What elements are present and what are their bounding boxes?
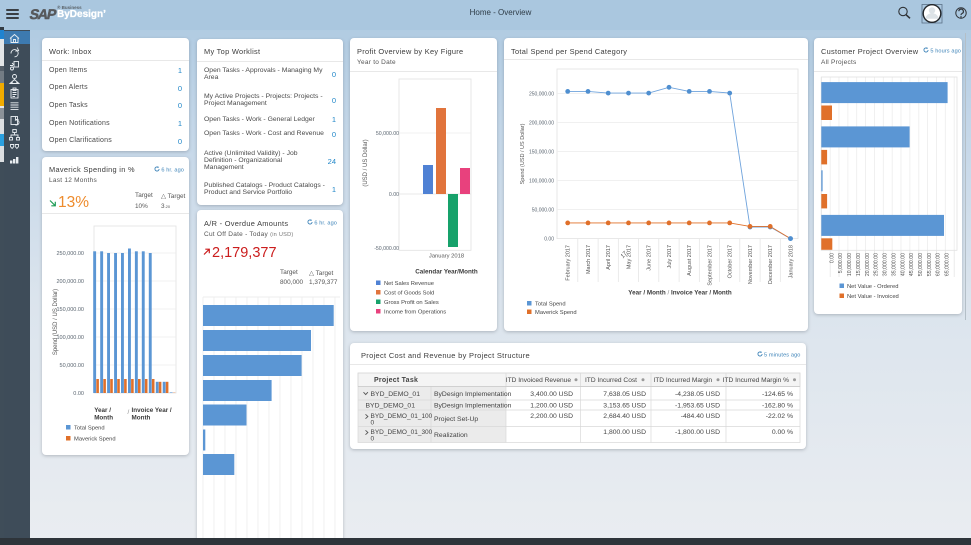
svg-text:30,000.00: 30,000.00 bbox=[883, 253, 889, 276]
svg-text:Income from Operations: Income from Operations bbox=[384, 310, 446, 316]
svg-text:January 2018: January 2018 bbox=[429, 253, 464, 259]
svg-text:ITD Invoiced Revenue: ITD Invoiced Revenue bbox=[506, 377, 572, 384]
svg-text:May 2017: May 2017 bbox=[627, 245, 633, 269]
svg-text:10,000.00: 10,000.00 bbox=[847, 253, 853, 276]
svg-text:March 2017: March 2017 bbox=[586, 245, 592, 274]
svg-text:65,000.00: 65,000.00 bbox=[945, 253, 951, 276]
svg-text:ITD Incurred Cost: ITD Incurred Cost bbox=[585, 377, 637, 384]
svg-text:150,000.00: 150,000.00 bbox=[529, 149, 554, 155]
svg-text:Gross Profit on Sales: Gross Profit on Sales bbox=[384, 300, 439, 306]
svg-text:-1,800.00 USD: -1,800.00 USD bbox=[675, 429, 720, 436]
svg-text:Net Sales Revenue: Net Sales Revenue bbox=[384, 281, 434, 287]
svg-text:3,400.00 USD: 3,400.00 USD bbox=[530, 391, 573, 398]
svg-text:Project Set-Up: Project Set-Up bbox=[434, 416, 478, 423]
svg-text:3,153.65 USD: 3,153.65 USD bbox=[603, 403, 646, 410]
svg-text:0.00: 0.00 bbox=[389, 192, 399, 198]
svg-text:Month: Month bbox=[132, 415, 151, 422]
svg-text:250,000.00: 250,000.00 bbox=[529, 91, 554, 97]
svg-text:Total Spend: Total Spend bbox=[74, 426, 105, 432]
svg-text:Net Value - Ordered: Net Value - Ordered bbox=[847, 284, 898, 290]
svg-text:Invoice Year /: Invoice Year / bbox=[132, 407, 172, 414]
svg-text:-50,000.00: -50,000.00 bbox=[374, 246, 399, 252]
svg-text:50,000.00: 50,000.00 bbox=[376, 131, 399, 137]
svg-text:35,000.00: 35,000.00 bbox=[891, 253, 897, 276]
svg-text:50,000.00: 50,000.00 bbox=[60, 363, 84, 369]
svg-text:(USD / US Dollar): (USD / US Dollar) bbox=[363, 139, 369, 186]
svg-text:0.00: 0.00 bbox=[544, 237, 554, 243]
svg-text:200,000.00: 200,000.00 bbox=[529, 121, 554, 127]
svg-text:50,000.00: 50,000.00 bbox=[532, 207, 554, 213]
svg-text:15,000.00: 15,000.00 bbox=[856, 253, 862, 276]
svg-text:-1,953.65 USD: -1,953.65 USD bbox=[675, 403, 720, 410]
svg-text:BYD_DEMO_01_100: BYD_DEMO_01_100 bbox=[371, 413, 433, 420]
svg-text:-124.65 %: -124.65 % bbox=[762, 391, 793, 398]
svg-text:Year / Month / Invoice Year /: Year / Month / Invoice Year / Month bbox=[628, 290, 732, 297]
svg-text:BYD_DEMO_01: BYD_DEMO_01 bbox=[366, 403, 416, 410]
svg-text:0.00: 0.00 bbox=[73, 391, 84, 397]
svg-text:June 2017: June 2017 bbox=[647, 245, 653, 271]
svg-text:2,200.00 USD: 2,200.00 USD bbox=[530, 413, 573, 420]
svg-text:20,000.00: 20,000.00 bbox=[865, 253, 871, 276]
svg-text:0: 0 bbox=[371, 436, 375, 443]
svg-text:February 2017: February 2017 bbox=[566, 245, 572, 281]
svg-text:April 2017: April 2017 bbox=[606, 245, 612, 270]
svg-text:55,000.00: 55,000.00 bbox=[927, 253, 933, 276]
svg-text:Maverick Spend: Maverick Spend bbox=[535, 310, 577, 316]
svg-text:ByDesign Implementation: ByDesign Implementation bbox=[434, 391, 512, 398]
svg-text:Project Task: Project Task bbox=[374, 377, 418, 384]
svg-text:October 2017: October 2017 bbox=[728, 245, 734, 278]
svg-text:1,800.00 USD: 1,800.00 USD bbox=[603, 429, 646, 436]
svg-text:BYD_DEMO_01_300: BYD_DEMO_01_300 bbox=[371, 429, 433, 436]
svg-text:August 2017: August 2017 bbox=[687, 245, 693, 276]
svg-text:25,000.00: 25,000.00 bbox=[874, 253, 880, 276]
svg-text:2,684.40 USD: 2,684.40 USD bbox=[603, 413, 646, 420]
svg-text:Spend (USD / US Dollar): Spend (USD / US Dollar) bbox=[53, 289, 59, 355]
svg-text:0.00: 0.00 bbox=[829, 253, 835, 263]
svg-text:150,000.00: 150,000.00 bbox=[56, 307, 84, 313]
svg-text:Cost of Goods Sold: Cost of Goods Sold bbox=[384, 291, 434, 297]
svg-text:December 2017: December 2017 bbox=[768, 245, 774, 284]
svg-text:Total Spend: Total Spend bbox=[535, 302, 566, 308]
svg-text:Maverick Spend: Maverick Spend bbox=[74, 437, 116, 443]
svg-text:November 2017: November 2017 bbox=[748, 245, 754, 284]
svg-text:60,000.00: 60,000.00 bbox=[936, 253, 942, 276]
svg-text:200,000.00: 200,000.00 bbox=[56, 279, 84, 285]
svg-text:Year /: Year / bbox=[94, 407, 111, 414]
svg-text:Net Value - Invoiced: Net Value - Invoiced bbox=[847, 294, 899, 300]
svg-text:July 2017: July 2017 bbox=[667, 245, 673, 269]
svg-text:ByDesign Implementation: ByDesign Implementation bbox=[434, 403, 512, 410]
svg-text:5,000.00: 5,000.00 bbox=[838, 253, 844, 273]
svg-text:/: / bbox=[128, 409, 130, 416]
svg-text:45,000.00: 45,000.00 bbox=[909, 253, 915, 276]
svg-text:-22.02 %: -22.02 % bbox=[766, 413, 793, 420]
svg-text:-4,238.05 USD: -4,238.05 USD bbox=[675, 391, 720, 398]
svg-text:September 2017: September 2017 bbox=[708, 245, 714, 286]
svg-text:Calendar Year/Month: Calendar Year/Month bbox=[415, 268, 478, 275]
svg-text:7,638.05 USD: 7,638.05 USD bbox=[603, 391, 646, 398]
svg-text:0.00 %: 0.00 % bbox=[772, 429, 793, 436]
svg-text:0: 0 bbox=[371, 420, 375, 427]
svg-text:January 2018: January 2018 bbox=[789, 245, 795, 278]
svg-text:Month: Month bbox=[94, 415, 113, 422]
svg-text:-484.40 USD: -484.40 USD bbox=[681, 413, 720, 420]
svg-text:100,000.00: 100,000.00 bbox=[529, 179, 554, 185]
svg-text:50,000.00: 50,000.00 bbox=[918, 253, 924, 276]
svg-text:Realization: Realization bbox=[434, 432, 468, 439]
svg-text:Spend (USD / US Dollar): Spend (USD / US Dollar) bbox=[520, 123, 526, 184]
svg-text:1,200.00 USD: 1,200.00 USD bbox=[530, 403, 573, 410]
svg-text:100,000.00: 100,000.00 bbox=[56, 335, 84, 341]
svg-text:40,000.00: 40,000.00 bbox=[900, 253, 906, 276]
svg-text:ITD Incurred Margin %: ITD Incurred Margin % bbox=[723, 377, 789, 384]
svg-text:250,000.00: 250,000.00 bbox=[56, 251, 84, 257]
svg-text:BYD_DEMO_01: BYD_DEMO_01 bbox=[371, 391, 421, 398]
svg-text:-162.80 %: -162.80 % bbox=[762, 403, 793, 410]
svg-text:ITD Incurred Margin: ITD Incurred Margin bbox=[653, 377, 712, 384]
